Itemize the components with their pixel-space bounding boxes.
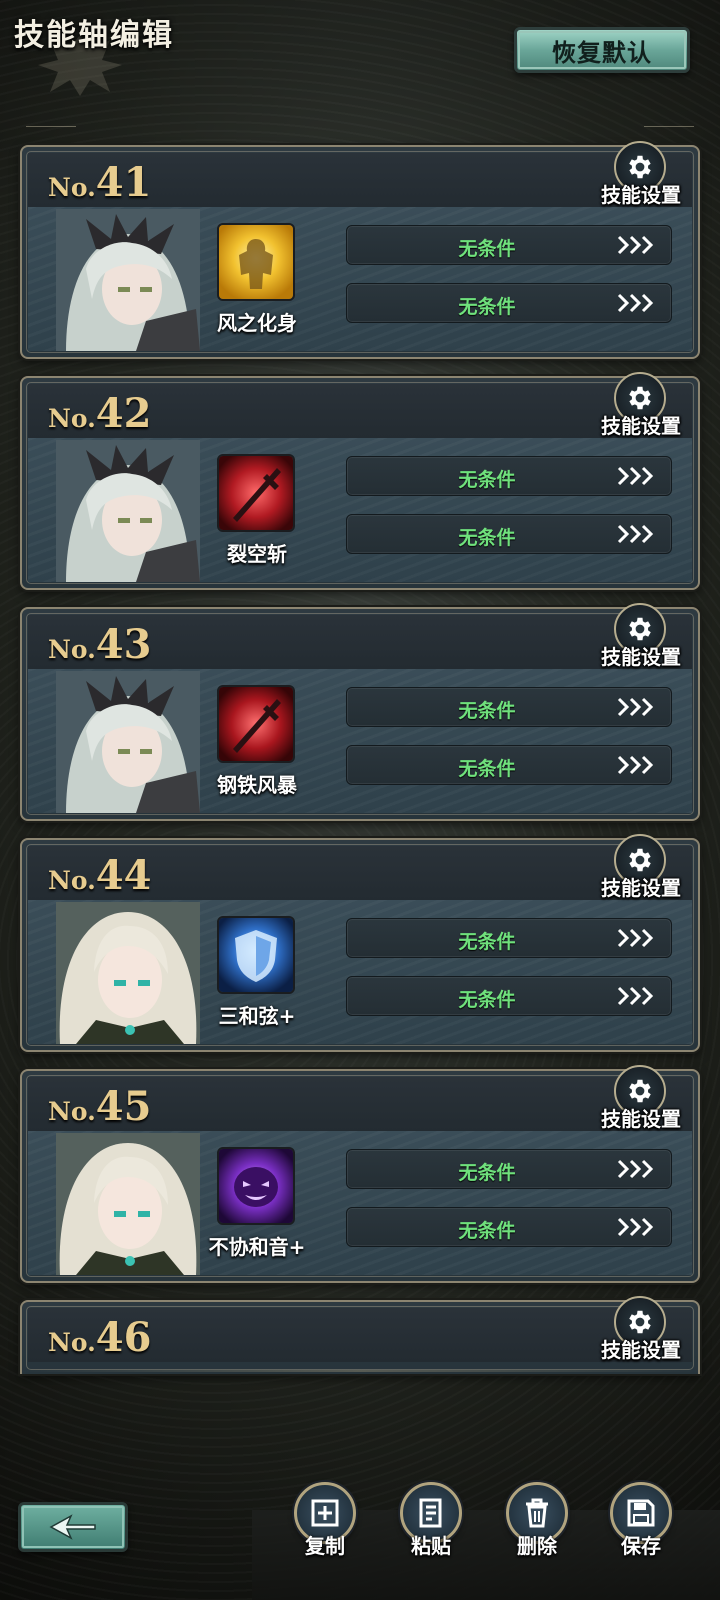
character-portrait	[56, 440, 200, 582]
slot-number-value: 45	[95, 1083, 152, 1130]
condition-text: 无条件	[458, 469, 516, 491]
condition-row[interactable]: 无条件	[346, 918, 672, 958]
triple-chevron-icon	[617, 986, 654, 1006]
dissonance-icon[interactable]	[217, 1147, 295, 1225]
skill-settings-button[interactable]: 技能设置	[596, 1296, 686, 1366]
triple-chevron-icon	[617, 928, 654, 948]
skill-name: 钢铁风暴	[217, 773, 297, 797]
skill-settings-label: 技能设置	[601, 414, 681, 438]
triple-chevron-icon	[617, 697, 654, 717]
shield-icon[interactable]	[217, 916, 295, 994]
header-divider-right	[644, 126, 694, 127]
slot-number-prefix: No.	[48, 1097, 96, 1126]
slot-number-prefix: No.	[48, 1328, 96, 1357]
condition-text: 无条件	[458, 758, 516, 780]
slot-number: No.41	[48, 159, 151, 206]
copy-label: 复制	[305, 1534, 345, 1558]
skill-settings-label: 技能设置	[601, 876, 681, 900]
list-fade-divider	[20, 1370, 700, 1372]
condition-row[interactable]: 无条件	[346, 1149, 672, 1189]
save-button[interactable]: 保存	[606, 1482, 676, 1592]
skill-name: 裂空斩	[227, 542, 287, 566]
triple-chevron-icon	[617, 524, 654, 544]
slot-number-value: 41	[95, 159, 152, 206]
skill-slot-card[interactable]: No.46 技能设置	[20, 1296, 700, 1374]
condition-row[interactable]: 无条件	[346, 687, 672, 727]
triple-chevron-icon	[617, 1159, 654, 1179]
steel-storm-icon[interactable]	[217, 685, 295, 763]
condition-row[interactable]: 无条件	[346, 514, 672, 554]
condition-row[interactable]: 无条件	[346, 976, 672, 1016]
character-portrait	[56, 209, 200, 351]
slot-number-prefix: No.	[48, 635, 96, 664]
slot-number-prefix: No.	[48, 404, 96, 433]
condition-text: 无条件	[458, 931, 516, 953]
triple-chevron-icon	[617, 293, 654, 313]
wind-avatar-icon[interactable]	[217, 223, 295, 301]
character-portrait	[56, 902, 200, 1044]
condition-text: 无条件	[458, 700, 516, 722]
condition-row[interactable]: 无条件	[346, 225, 672, 265]
skill-name: 风之化身	[217, 311, 297, 335]
skill-settings-label: 技能设置	[601, 645, 681, 669]
skill-name: 不协和音+	[208, 1235, 306, 1259]
skill-settings-label: 技能设置	[601, 183, 681, 207]
delete-label: 删除	[517, 1534, 557, 1558]
skill-slot-card[interactable]: No.42 技能设置 裂空斩 无条件 无条件	[20, 372, 700, 590]
reset-default-button[interactable]: 恢复默认	[514, 27, 690, 73]
skill-settings-label: 技能设置	[601, 1107, 681, 1131]
condition-row[interactable]: 无条件	[346, 283, 672, 323]
slot-number-prefix: No.	[48, 866, 96, 895]
skill-slot-card[interactable]: No.43 技能设置 钢铁风暴 无条件 无条件	[20, 603, 700, 821]
skill-settings-button[interactable]: 技能设置	[596, 834, 686, 904]
back-button[interactable]	[18, 1502, 128, 1552]
header-divider-left	[26, 126, 76, 127]
condition-text: 无条件	[458, 527, 516, 549]
sky-rending-slash-icon[interactable]	[217, 454, 295, 532]
triple-chevron-icon	[617, 466, 654, 486]
skill-settings-button[interactable]: 技能设置	[596, 603, 686, 673]
condition-text: 无条件	[458, 1162, 516, 1184]
paste-label: 粘贴	[411, 1534, 451, 1558]
skill-settings-label: 技能设置	[601, 1338, 681, 1362]
copy-button[interactable]: 复制	[290, 1482, 360, 1592]
character-portrait	[56, 671, 200, 813]
slot-number-value: 43	[95, 621, 152, 668]
slot-number-value: 42	[95, 390, 152, 437]
condition-row[interactable]: 无条件	[346, 745, 672, 785]
delete-button[interactable]: 删除	[502, 1482, 572, 1592]
slot-number: No.42	[48, 390, 151, 437]
slot-number: No.45	[48, 1083, 151, 1130]
condition-text: 无条件	[458, 296, 516, 318]
triple-chevron-icon	[617, 1217, 654, 1237]
back-arrow-icon	[49, 1514, 96, 1540]
slot-number: No.44	[48, 852, 151, 899]
condition-text: 无条件	[458, 989, 516, 1011]
slot-number-value: 44	[95, 852, 152, 899]
page-title: 技能轴编辑	[14, 18, 174, 53]
condition-text: 无条件	[458, 1220, 516, 1242]
skill-name: 三和弦+	[218, 1004, 296, 1028]
condition-text: 无条件	[458, 238, 516, 260]
skill-settings-button[interactable]: 技能设置	[596, 1065, 686, 1135]
triple-chevron-icon	[617, 755, 654, 775]
paste-button[interactable]: 粘贴	[396, 1482, 466, 1592]
condition-row[interactable]: 无条件	[346, 456, 672, 496]
slot-number-prefix: No.	[48, 173, 96, 202]
skill-settings-button[interactable]: 技能设置	[596, 372, 686, 442]
condition-row[interactable]: 无条件	[346, 1207, 672, 1247]
skill-settings-button[interactable]: 技能设置	[596, 141, 686, 211]
slot-number-value: 46	[95, 1314, 152, 1361]
slot-number: No.43	[48, 621, 151, 668]
skill-slot-card[interactable]: No.41 技能设置 风之化身 无条件 无条件	[20, 141, 700, 359]
triple-chevron-icon	[617, 235, 654, 255]
character-portrait	[56, 1133, 200, 1275]
skill-slot-card[interactable]: No.44 技能设置 三和弦+ 无条件 无条件	[20, 834, 700, 1052]
save-label: 保存	[621, 1534, 661, 1558]
skill-slot-card[interactable]: No.45 技能设置 不协和音+ 无条件 无条件	[20, 1065, 700, 1283]
slot-number: No.46	[48, 1314, 151, 1361]
